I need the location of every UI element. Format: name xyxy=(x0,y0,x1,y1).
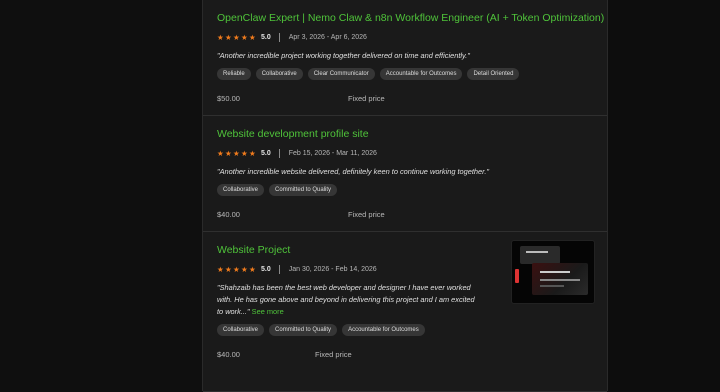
review-title[interactable]: Website development profile site xyxy=(217,128,593,141)
review-card: Website development profile site ★ ★ ★ ★… xyxy=(203,116,607,232)
rating-value: 5.0 xyxy=(261,33,271,41)
date-range: Apr 3, 2026 - Apr 6, 2026 xyxy=(288,33,367,41)
reviews-panel: OpenClaw Expert | Nemo Claw & n8n Workfl… xyxy=(202,0,608,392)
star-icon: ★ xyxy=(249,264,256,274)
skill-tag: Detail Oriented xyxy=(467,68,520,80)
skill-tag: Committed to Quality xyxy=(269,184,338,196)
thumbnail-line xyxy=(540,279,580,281)
star-icon: ★ xyxy=(249,148,256,158)
skill-tags: Reliable Collaborative Clear Communicato… xyxy=(217,68,593,80)
divider xyxy=(278,32,280,42)
star-icon: ★ xyxy=(225,264,232,274)
star-icon: ★ xyxy=(233,148,240,158)
star-rating: ★ ★ ★ ★ ★ xyxy=(217,32,256,42)
star-icon: ★ xyxy=(225,32,232,42)
star-icon: ★ xyxy=(241,264,248,274)
skill-tag: Accountable for Outcomes xyxy=(342,324,425,336)
price-row: $50.00 Fixed price xyxy=(217,94,593,103)
page-margin xyxy=(608,0,720,391)
review-meta: ★ ★ ★ ★ ★ 5.0 Feb 15, 2026 - Mar 11, 202… xyxy=(217,147,593,159)
review-quote: "Another incredible website delivered, d… xyxy=(217,167,490,176)
star-rating: ★ ★ ★ ★ ★ xyxy=(217,148,256,158)
price-type: Fixed price xyxy=(348,94,385,103)
skill-tag: Clear Communicator xyxy=(307,68,375,80)
star-icon: ★ xyxy=(217,32,224,42)
skill-tag: Accountable for Outcomes xyxy=(379,68,463,80)
skill-tag: Committed to Quality xyxy=(269,324,338,336)
star-icon: ★ xyxy=(225,148,232,158)
review-meta: ★ ★ ★ ★ ★ 5.0 Apr 3, 2026 - Apr 6, 2026 xyxy=(217,31,593,43)
star-icon: ★ xyxy=(241,148,248,158)
star-rating: ★ ★ ★ ★ ★ xyxy=(217,264,256,274)
divider xyxy=(278,148,280,158)
price-type: Fixed price xyxy=(315,350,352,359)
thumbnail-line xyxy=(540,271,570,273)
price-amount: $40.00 xyxy=(217,210,240,219)
see-more-link[interactable]: See more xyxy=(252,307,284,316)
divider xyxy=(278,264,280,274)
price-amount: $40.00 xyxy=(217,350,240,359)
rating-value: 5.0 xyxy=(261,265,271,273)
review-quote: "Another incredible project working toge… xyxy=(217,51,470,60)
thumbnail-line xyxy=(540,285,564,287)
thumbnail-accent xyxy=(515,269,519,283)
price-row: $40.00 Fixed price xyxy=(217,210,593,219)
review-card: Website Project ★ ★ ★ ★ ★ 5.0 Jan 30, 20… xyxy=(203,232,607,392)
review-title[interactable]: OpenClaw Expert | Nemo Claw & n8n Workfl… xyxy=(217,12,604,25)
price-type: Fixed price xyxy=(348,210,385,219)
star-icon: ★ xyxy=(217,264,224,274)
review-card: OpenClaw Expert | Nemo Claw & n8n Workfl… xyxy=(203,0,607,116)
thumbnail-card xyxy=(520,246,560,264)
date-range: Feb 15, 2026 - Mar 11, 2026 xyxy=(288,149,377,157)
date-range: Jan 30, 2026 - Feb 14, 2026 xyxy=(288,265,377,273)
project-thumbnail[interactable] xyxy=(511,240,595,304)
skill-tag: Reliable xyxy=(217,68,251,80)
skill-tags: Collaborative Committed to Quality xyxy=(217,184,593,196)
rating-value: 5.0 xyxy=(261,149,271,157)
skill-tag: Collaborative xyxy=(217,324,265,336)
skill-tags: Collaborative Committed to Quality Accou… xyxy=(217,324,593,336)
price-row: $40.00 Fixed price xyxy=(217,350,593,359)
review-quote: "Shahzaib has been the best web develope… xyxy=(217,282,479,318)
star-icon: ★ xyxy=(241,32,248,42)
star-icon: ★ xyxy=(233,264,240,274)
thumbnail-line xyxy=(526,251,548,253)
price-amount: $50.00 xyxy=(217,94,240,103)
star-icon: ★ xyxy=(217,148,224,158)
skill-tag: Collaborative xyxy=(217,184,265,196)
star-icon: ★ xyxy=(249,32,256,42)
skill-tag: Collaborative xyxy=(255,68,303,80)
star-icon: ★ xyxy=(233,32,240,42)
